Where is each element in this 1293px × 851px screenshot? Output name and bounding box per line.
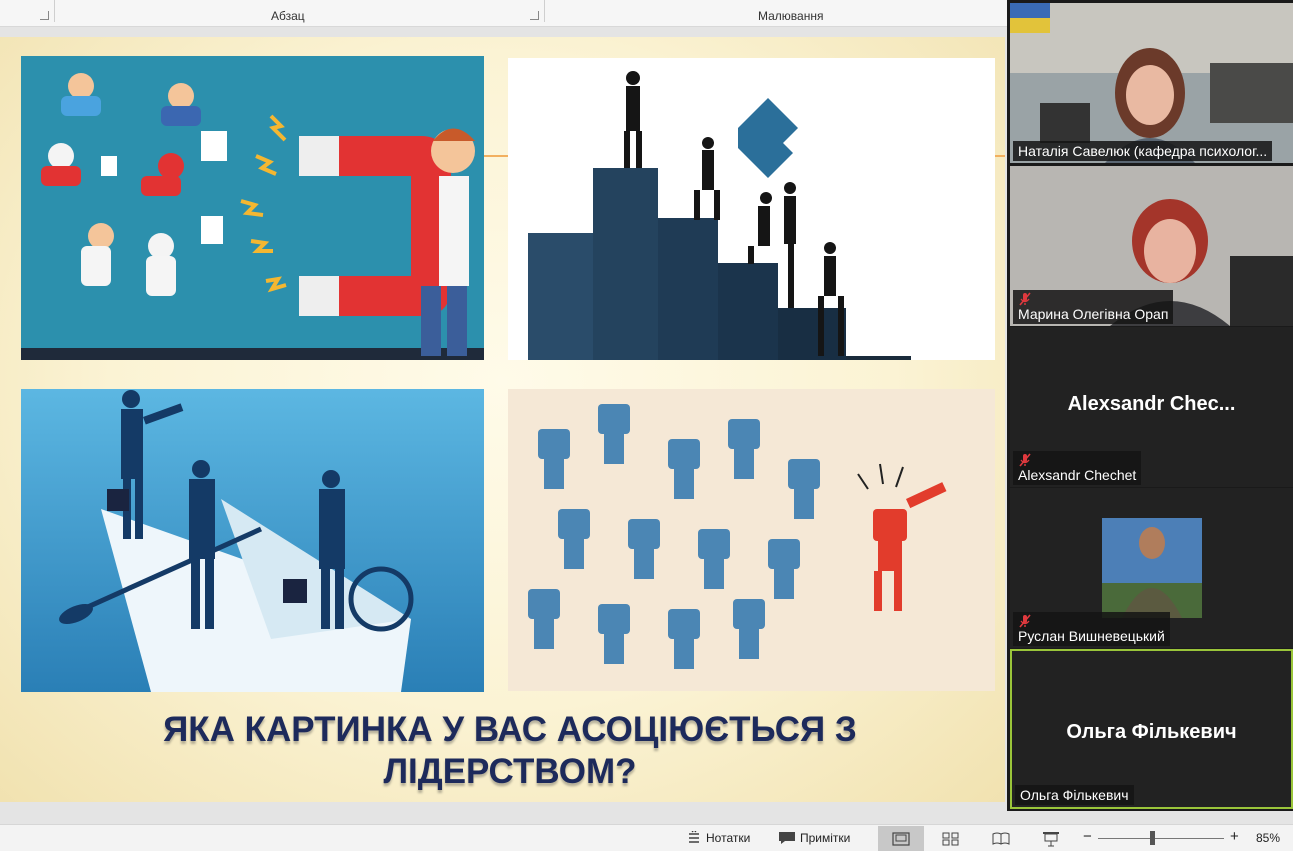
zoom-level[interactable]: 85% xyxy=(1256,831,1280,845)
participant-tile-active-speaker[interactable]: Ольга Фількевич Ольга Фількевич xyxy=(1010,649,1293,809)
participant-name-label: Alexsandr Chechet xyxy=(1013,451,1142,485)
participant-name-label: Ольга Фількевич xyxy=(1015,785,1134,805)
participant-tile[interactable]: Руслан Вишневецький xyxy=(1010,488,1293,648)
participant-name-label: Марина Олегівна Орап xyxy=(1013,290,1174,324)
participant-display-name: Ольга Фількевич xyxy=(1066,721,1237,743)
participant-name: Alexsandr Chechet xyxy=(1018,467,1137,483)
normal-view-icon xyxy=(892,831,910,846)
participant-video xyxy=(1010,3,1293,163)
magnet-picture xyxy=(21,56,484,360)
participant-tile[interactable]: Наталія Савелюк (кафедра психолог... xyxy=(1010,3,1293,163)
slide[interactable]: Яка картинка у вас асоціюється з лідерст… xyxy=(0,37,1005,802)
status-bar: Нотатки Примітки − + 85% xyxy=(0,824,1293,851)
participant-name: Руслан Вишневецький xyxy=(1018,628,1165,644)
slide-sorter-icon xyxy=(942,832,959,845)
mic-muted-icon xyxy=(1019,292,1031,306)
leader-pointing-crowd-illustration[interactable] xyxy=(508,389,995,691)
zoom-slider-track[interactable] xyxy=(1098,838,1224,839)
zoom-out-button[interactable]: − xyxy=(1083,828,1092,845)
normal-view-button[interactable] xyxy=(878,826,924,851)
mic-muted-icon xyxy=(1019,614,1031,628)
participant-tile[interactable]: Alexsandr Chec... Alexsandr Chechet xyxy=(1010,327,1293,487)
businesspeople-paper-boat-illustration[interactable] xyxy=(21,389,484,692)
slideshow-icon xyxy=(1043,831,1059,846)
comments-button[interactable]: Примітки xyxy=(778,831,850,845)
participant-name-label: Руслан Вишневецький xyxy=(1013,612,1170,646)
zoom-slider-thumb[interactable] xyxy=(1150,831,1155,845)
reading-view-icon xyxy=(992,832,1010,845)
slide-title[interactable]: Яка картинка у вас асоціюється з лідерст… xyxy=(100,709,920,793)
zoom-in-button[interactable]: + xyxy=(1230,828,1239,845)
ribbon-group-drawing: Малювання xyxy=(758,9,824,23)
slide-sorter-view-button[interactable] xyxy=(928,826,974,851)
video-gallery-panel: Наталія Савелюк (кафедра психолог... Мар… xyxy=(1007,0,1293,811)
magnet-attracting-people-illustration[interactable] xyxy=(21,56,484,360)
reading-view-button[interactable] xyxy=(978,826,1024,851)
slideshow-button[interactable] xyxy=(1028,826,1074,851)
comment-icon xyxy=(779,832,795,844)
participant-name: Марина Олегівна Орап xyxy=(1018,306,1169,322)
accent-line xyxy=(484,155,508,157)
ribbon-group-paragraph: Абзац xyxy=(271,9,305,23)
participant-name-label: Наталія Савелюк (кафедра психолог... xyxy=(1013,141,1273,161)
notes-button[interactable]: Нотатки xyxy=(686,831,750,845)
accent-line xyxy=(995,155,1005,157)
mic-muted-icon xyxy=(1019,453,1031,467)
comments-label: Примітки xyxy=(800,831,851,845)
ribbon-separator xyxy=(54,0,55,22)
notes-label: Нотатки xyxy=(706,831,751,845)
paragraph-dialog-launcher-icon[interactable] xyxy=(530,11,539,20)
crowd-picture xyxy=(508,389,995,691)
participant-display-name: Alexsandr Chec... xyxy=(1067,393,1236,415)
notes-icon xyxy=(689,831,699,843)
boat-picture xyxy=(21,389,484,692)
ribbon-separator xyxy=(544,0,545,22)
puzzle-pieces-teamwork-silhouette[interactable] xyxy=(508,58,995,360)
puzzle-picture xyxy=(508,58,995,360)
dialog-launcher-icon[interactable] xyxy=(40,11,49,20)
participant-tile[interactable]: Марина Олегівна Орап xyxy=(1010,166,1293,326)
